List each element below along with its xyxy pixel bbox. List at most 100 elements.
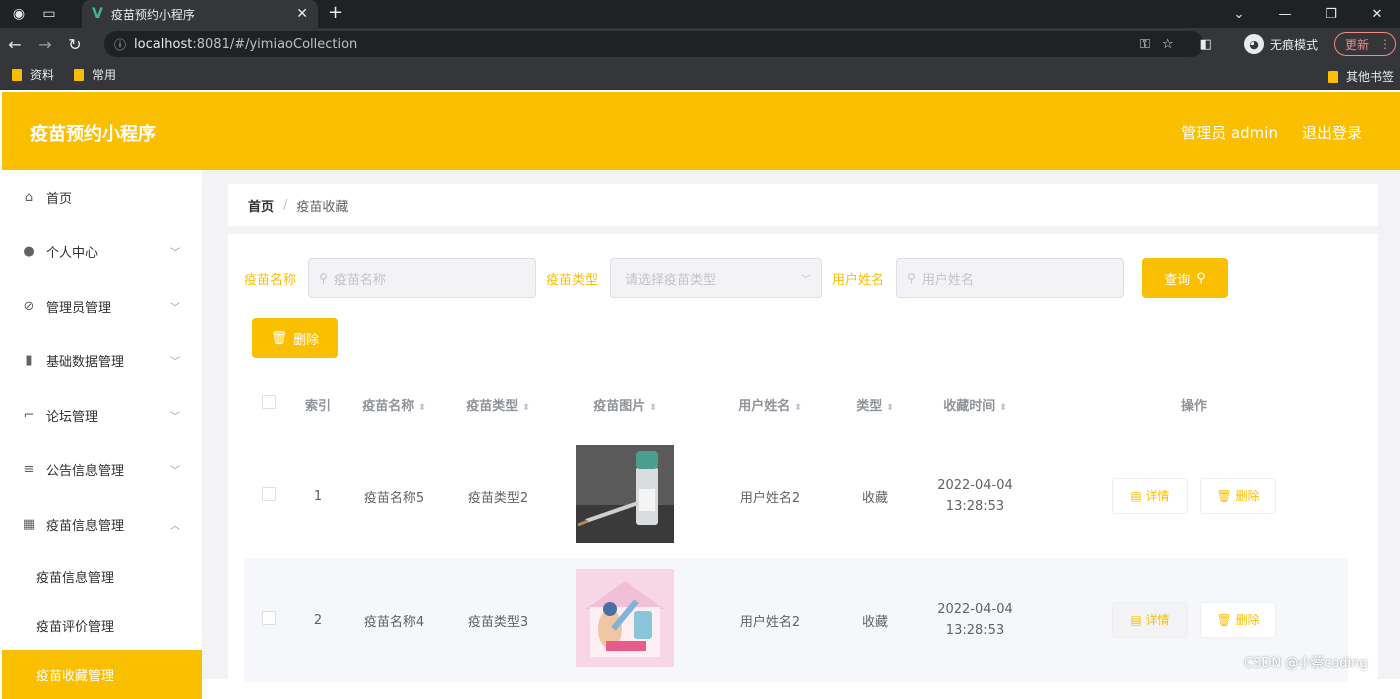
address-actions: ⚿ ☆ ◧ [1140, 31, 1212, 57]
collect-date: 2022-04-04 [937, 602, 1013, 617]
tab-list-icon[interactable]: ▭ [38, 3, 60, 25]
table-row: 2 疫苗名称4 疫苗类型3 用户姓名2 收藏 2022-04-04 13:28:… [244, 558, 1348, 682]
placeholder: 请选择疫苗类型 [625, 272, 717, 288]
other-bookmarks[interactable]: 其他书签 [1327, 68, 1394, 85]
search-form: 疫苗名称 ⚲ 疫苗名称 疫苗类型 请选择疫苗类型 ﹀ 用户姓名 ⚲ 用户姓名 查… [244, 258, 1229, 298]
col-vaccine-type[interactable]: 疫苗类型 ⬍ [446, 374, 550, 434]
sidebar-item-vaccine[interactable]: ▦ 疫苗信息管理 ︿ [2, 497, 202, 552]
delete-label: 删除 [293, 332, 320, 348]
sidebar-item-home[interactable]: ⌂ 首页 [2, 170, 202, 225]
cell-kind: 收藏 [840, 558, 910, 682]
row-delete-button[interactable]: 🗑 删除 [1200, 478, 1277, 514]
document-icon: ▤ [1130, 489, 1142, 503]
vaccine-illustration-image[interactable] [576, 569, 674, 667]
collect-clock: 13:28:53 [945, 623, 1005, 638]
detail-button[interactable]: ▤ 详情 [1111, 478, 1188, 514]
sort-icon[interactable]: ⬍ [522, 403, 530, 413]
placeholder: 用户姓名 [921, 272, 974, 288]
watermark: CSDN @小蔡coding [1244, 656, 1368, 671]
column-label: 收藏时间 [943, 398, 996, 414]
grid-icon: ▦ [22, 516, 36, 532]
folder-icon [12, 68, 22, 81]
sidebar-subitem-vaccine-info[interactable]: 疫苗信息管理 [2, 552, 202, 601]
restore-icon[interactable]: ❐ [1308, 7, 1354, 22]
sidebar-item-label: 疫苗信息管理 [46, 518, 125, 534]
vaccine-type-select[interactable]: 请选择疫苗类型 ﹀ [610, 258, 823, 298]
forward-icon[interactable]: → [30, 35, 60, 54]
logout-link[interactable]: 退出登录 [1302, 122, 1362, 143]
breadcrumb-home[interactable]: 首页 [248, 196, 274, 215]
row-checkbox-cell[interactable] [244, 434, 294, 558]
incognito-indicator[interactable]: ◕ 无痕模式 [1244, 32, 1318, 56]
user-icon: ● [23, 244, 35, 260]
browser-tab[interactable]: V 疫苗预约小程序 ✕ [82, 0, 318, 28]
row-checkbox-cell[interactable] [244, 558, 294, 682]
cell-index: 2 [294, 558, 342, 682]
update-button[interactable]: 更新 ⋮ [1334, 32, 1396, 56]
minimize-icon[interactable]: — [1262, 7, 1308, 22]
sort-icon[interactable]: ⬍ [418, 403, 426, 413]
col-collect-time[interactable]: 收藏时间 ⬍ [910, 374, 1040, 434]
chevron-up-icon: ︿ [170, 520, 180, 532]
col-kind[interactable]: 类型 ⬍ [840, 374, 910, 434]
detail-button[interactable]: ▤ 详情 [1111, 602, 1188, 638]
sidebar-item-forum[interactable]: ⌐ 论坛管理 ﹀ [2, 388, 202, 443]
user-name-input[interactable]: ⚲ 用户姓名 [896, 258, 1125, 298]
chevron-down-icon: ﹀ [801, 274, 812, 286]
sidebar-item-notice[interactable]: ≡ 公告信息管理 ﹀ [2, 443, 202, 498]
content-panel: 疫苗名称 ⚲ 疫苗名称 疫苗类型 请选择疫苗类型 ﹀ 用户姓名 ⚲ 用户姓名 查… [228, 234, 1378, 682]
search-icon: ⚲ [1196, 270, 1206, 286]
col-user-name[interactable]: 用户姓名 ⬍ [700, 374, 840, 434]
chevron-down-icon[interactable]: ⌄ [1216, 7, 1262, 22]
close-icon[interactable]: ✕ [296, 6, 308, 22]
sidebar-item-personal[interactable]: ● 个人中心 ﹀ [2, 225, 202, 280]
cell-actions: ▤ 详情 🗑 删除 [1040, 434, 1348, 558]
column-label: 疫苗类型 [466, 398, 519, 414]
row-delete-button[interactable]: 🗑 删除 [1200, 602, 1277, 638]
key-icon[interactable]: ⚿ [1140, 37, 1150, 52]
batch-delete-button[interactable]: 🗑 删除 [252, 318, 338, 358]
select-all-cell[interactable] [244, 374, 294, 434]
header-user-area: 管理员 admin 退出登录 [1181, 122, 1362, 143]
delete-label: 删除 [1235, 613, 1260, 627]
sort-icon[interactable]: ⬍ [794, 403, 802, 413]
chart-icon: ▮ [25, 353, 33, 369]
globe-icon[interactable]: ◉ [8, 3, 30, 25]
window-close-icon[interactable]: ✕ [1354, 7, 1400, 22]
detail-label: 详情 [1145, 489, 1170, 503]
reload-icon[interactable]: ↻ [60, 35, 90, 54]
info-icon[interactable]: ⓘ [114, 36, 126, 53]
chevron-down-icon: ﹀ [170, 466, 180, 478]
vaccine-vial-image[interactable] [576, 445, 674, 543]
sort-icon[interactable]: ⬍ [886, 403, 894, 413]
sidebar-item-label: 首页 [46, 191, 73, 207]
new-tab-icon[interactable]: + [328, 2, 343, 23]
bookmark-folder[interactable]: 资料 [12, 66, 54, 83]
incognito-label: 无痕模式 [1270, 37, 1319, 52]
checkbox[interactable] [262, 487, 276, 501]
col-vaccine-image[interactable]: 疫苗图片 ⬍ [550, 374, 700, 434]
checkbox[interactable] [262, 395, 276, 409]
forum-icon: ⌐ [23, 407, 35, 423]
sidepanel-icon[interactable]: ◧ [1200, 37, 1212, 52]
app-header: 疫苗预约小程序 管理员 admin 退出登录 [2, 92, 1400, 170]
cell-vaccine-type: 疫苗类型3 [446, 558, 550, 682]
address-bar[interactable]: ⓘ localhost :8081/#/yimiaoCollection [104, 31, 1204, 57]
detail-label: 详情 [1145, 613, 1170, 627]
sidebar-subitem-vaccine-review[interactable]: 疫苗评价管理 [2, 601, 202, 650]
sort-icon[interactable]: ⬍ [649, 403, 657, 413]
star-icon[interactable]: ☆ [1162, 37, 1174, 52]
vaccine-name-input[interactable]: ⚲ 疫苗名称 [308, 258, 537, 298]
back-icon[interactable]: ← [0, 35, 30, 54]
query-button[interactable]: 查询 ⚲ [1142, 258, 1229, 298]
col-vaccine-name[interactable]: 疫苗名称 ⬍ [342, 374, 446, 434]
incognito-icon: ◕ [1244, 34, 1264, 54]
placeholder: 疫苗名称 [333, 272, 386, 288]
sidebar-item-admin[interactable]: ⊘ 管理员管理 ﹀ [2, 279, 202, 334]
sort-icon[interactable]: ⬍ [999, 403, 1007, 413]
sidebar-item-base-data[interactable]: ▮ 基础数据管理 ﹀ [2, 334, 202, 389]
bookmark-folder[interactable]: 常用 [74, 66, 116, 83]
column-label: 疫苗名称 [362, 398, 415, 414]
checkbox[interactable] [262, 611, 276, 625]
sidebar-subitem-vaccine-collection[interactable]: 疫苗收藏管理 [2, 649, 202, 699]
